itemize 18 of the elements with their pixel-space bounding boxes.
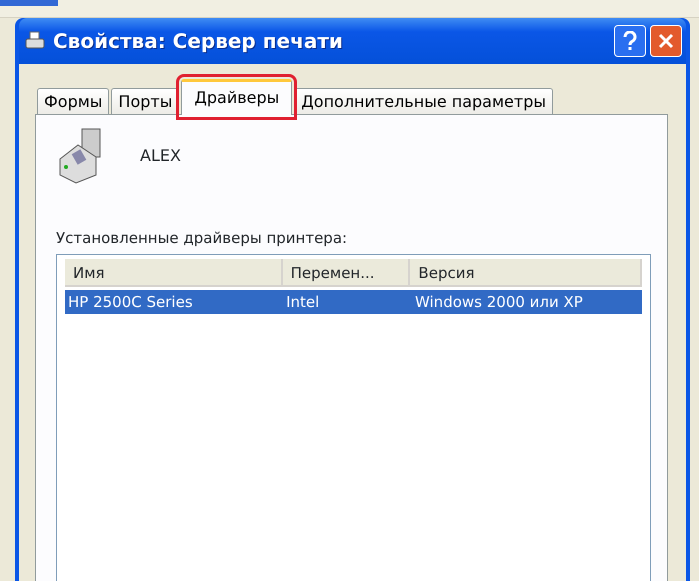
toolbar-edge xyxy=(0,0,58,6)
tab[interactable]: Формы xyxy=(37,88,110,114)
tab[interactable]: Дополнительные параметры xyxy=(294,88,553,114)
server-name: ALEX xyxy=(140,145,181,167)
close-button[interactable] xyxy=(650,25,682,57)
column-header[interactable]: Версия xyxy=(410,258,642,284)
column-header[interactable]: Имя xyxy=(65,258,283,284)
table-row[interactable]: HP 2500C Series Intel Windows 2000 или XP xyxy=(65,290,642,314)
drivers-label: Установленные драйверы принтера: xyxy=(56,228,348,249)
table-cell-text: Intel xyxy=(285,292,320,312)
table-cell-text: Windows 2000 или XP xyxy=(414,292,584,312)
column-header[interactable]: Перемен... xyxy=(282,258,410,284)
help-button[interactable] xyxy=(614,25,646,57)
table-cell-text: HP 2500C Series xyxy=(67,292,194,312)
question-mark-icon xyxy=(622,31,638,51)
printer-icon xyxy=(25,31,45,51)
window-title: Свойства: Сервер печати xyxy=(53,28,344,55)
close-icon xyxy=(657,32,675,50)
